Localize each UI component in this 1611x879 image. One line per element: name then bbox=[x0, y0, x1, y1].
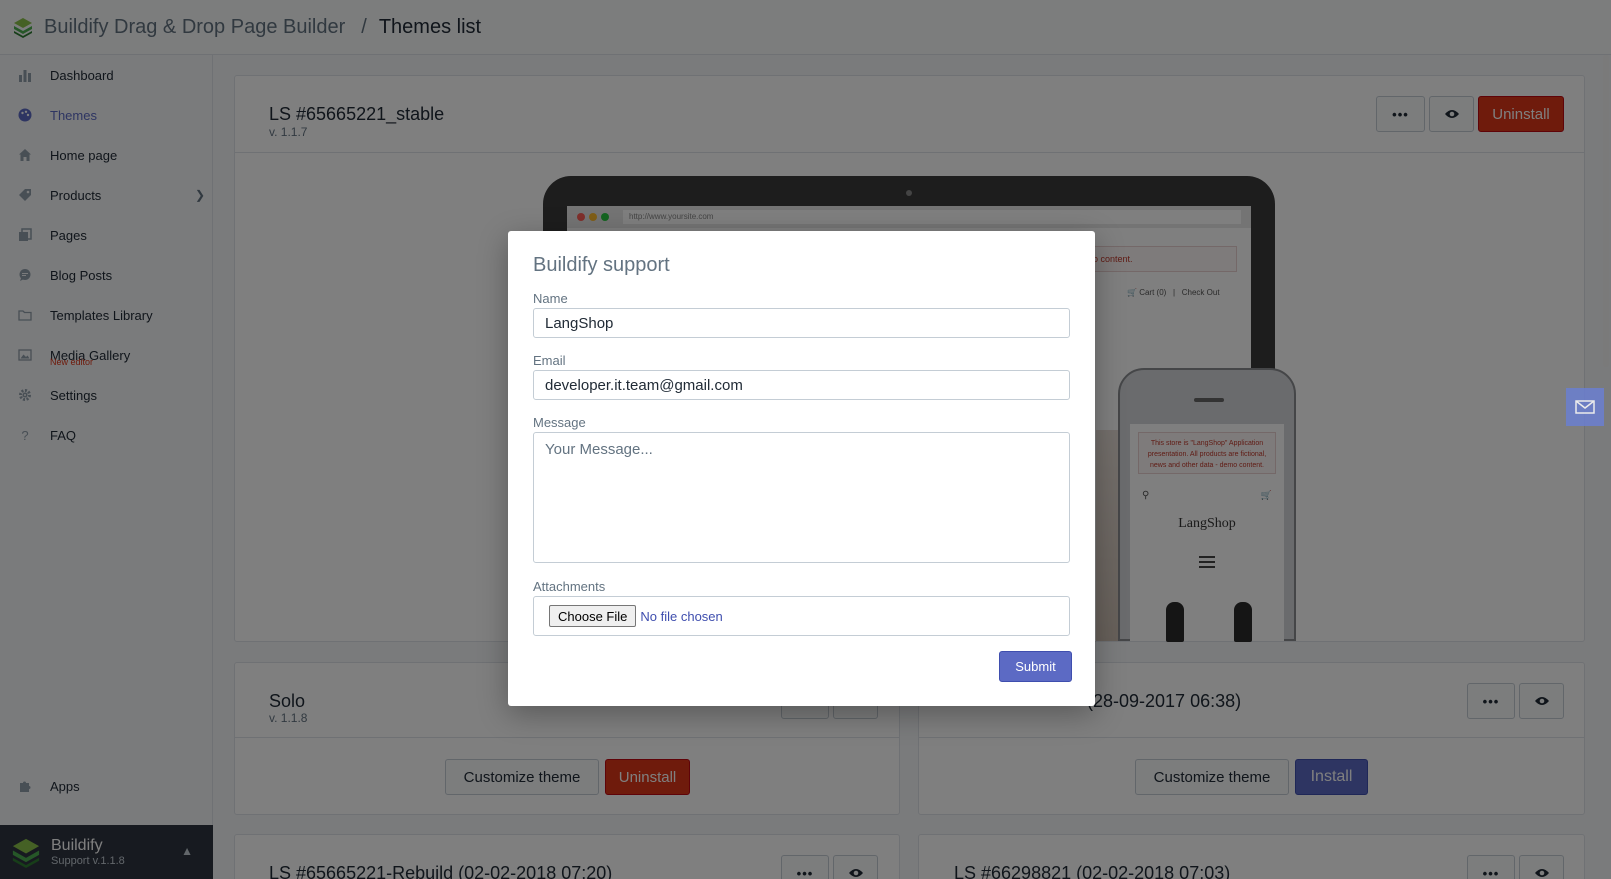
message-label: Message bbox=[533, 415, 586, 430]
email-field[interactable] bbox=[533, 370, 1070, 400]
page-scrollbar[interactable] bbox=[1601, 55, 1611, 879]
choose-file-button[interactable]: Choose File bbox=[549, 605, 637, 627]
scrollbar-thumb[interactable] bbox=[1603, 55, 1609, 367]
contact-support-tab[interactable] bbox=[1566, 388, 1604, 426]
file-status-text: No file chosen bbox=[640, 608, 723, 624]
message-field[interactable] bbox=[533, 432, 1070, 563]
mail-icon bbox=[1575, 400, 1595, 414]
submit-button[interactable]: Submit bbox=[999, 651, 1072, 682]
name-field[interactable] bbox=[533, 308, 1070, 338]
email-label: Email bbox=[533, 353, 566, 368]
modal-title: Buildify support bbox=[533, 254, 670, 276]
name-label: Name bbox=[533, 291, 568, 306]
attachments-file-input[interactable]: Choose File No file chosen bbox=[533, 596, 1070, 636]
support-modal: Buildify support Name Email Message Atta… bbox=[508, 231, 1095, 706]
attachments-label: Attachments bbox=[533, 579, 606, 594]
